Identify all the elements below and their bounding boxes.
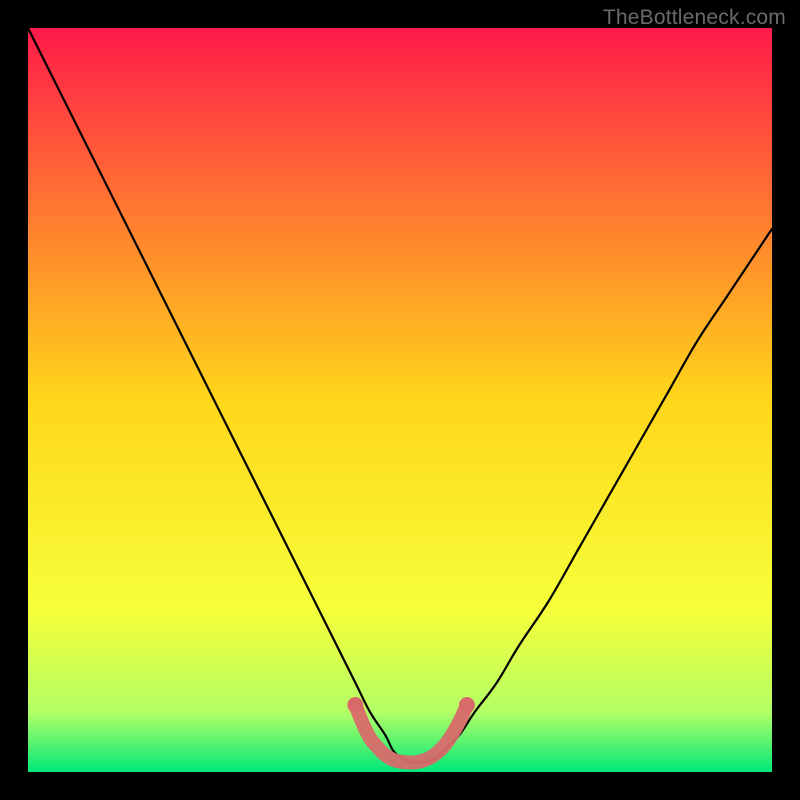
bottleneck-chart [28, 28, 772, 772]
highlight-end-dot [347, 697, 363, 713]
gradient-bg [28, 28, 772, 772]
chart-frame: TheBottleneck.com [0, 0, 800, 800]
watermark-text: TheBottleneck.com [603, 6, 786, 30]
plot-area [28, 28, 772, 772]
highlight-end-dot [459, 697, 475, 713]
